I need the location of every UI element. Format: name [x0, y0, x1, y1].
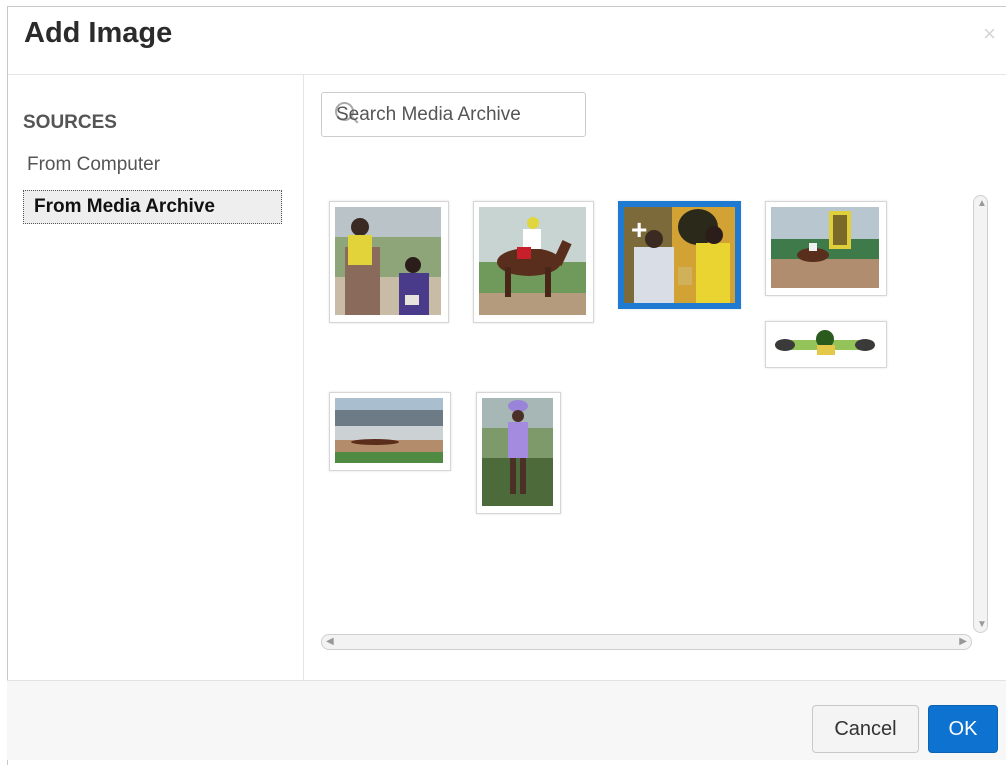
- vertical-scrollbar[interactable]: ▲ ▼: [973, 195, 988, 633]
- thumbnail-image: [335, 398, 445, 465]
- ok-button[interactable]: OK: [928, 705, 998, 753]
- cancel-button[interactable]: Cancel: [812, 705, 919, 753]
- thumbnail-image: [335, 207, 443, 317]
- media-thumbnail-selected[interactable]: +: [618, 201, 741, 309]
- thumbnail-image: [479, 207, 588, 317]
- media-thumbnail[interactable]: [765, 321, 887, 368]
- dialog-title: Add Image: [24, 17, 173, 49]
- media-thumbnail[interactable]: [329, 392, 451, 471]
- media-thumbnail[interactable]: [473, 201, 594, 323]
- add-icon: +: [631, 214, 648, 245]
- thumbnail-image: [482, 398, 555, 508]
- thumbnail-image: [771, 327, 881, 362]
- sidebar-item-from-computer[interactable]: From Computer: [23, 150, 164, 180]
- search-input[interactable]: [322, 93, 585, 136]
- horizontal-scrollbar[interactable]: ◀ ▶: [321, 634, 972, 650]
- scroll-left-icon[interactable]: ◀: [326, 636, 334, 647]
- sidebar-item-from-media-archive[interactable]: From Media Archive: [23, 190, 282, 224]
- scroll-right-icon[interactable]: ▶: [959, 636, 967, 647]
- close-icon[interactable]: ×: [983, 21, 996, 47]
- sources-heading: SOURCES: [23, 112, 117, 133]
- media-thumbnail[interactable]: [329, 201, 449, 323]
- sources-sidebar: SOURCES From Computer From Media Archive: [8, 75, 304, 687]
- scroll-down-icon[interactable]: ▼: [977, 619, 987, 630]
- media-thumbnail[interactable]: [765, 201, 887, 296]
- dialog-header: Add Image ×: [8, 7, 1006, 75]
- media-thumbnail[interactable]: [476, 392, 561, 514]
- scroll-up-icon[interactable]: ▲: [977, 198, 987, 209]
- search-box: [321, 92, 586, 137]
- dialog-footer: Cancel OK: [7, 680, 1006, 760]
- thumbnail-image: [771, 207, 881, 290]
